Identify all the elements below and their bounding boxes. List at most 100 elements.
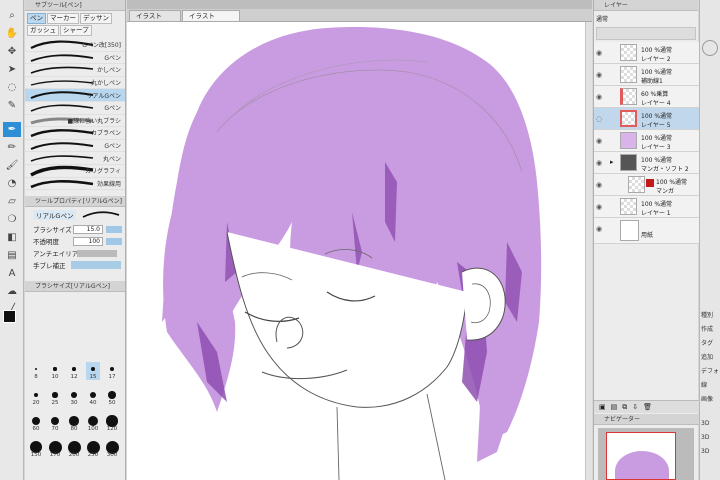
document-tabs: イラスト イラスト — [127, 9, 592, 22]
opacity-input[interactable]: 100 — [73, 236, 103, 246]
brush-item[interactable]: Gペン — [25, 52, 125, 65]
brush-size-preset[interactable]: 170 — [48, 440, 62, 458]
doc-tab[interactable]: イラスト — [129, 10, 181, 22]
brush-size-preset[interactable]: 70 — [48, 414, 62, 432]
delete-icon[interactable]: 🗑 — [643, 403, 652, 411]
layer-row[interactable]: ◉ 100 %通常 レイヤー 1 — [594, 196, 699, 218]
tab-pen[interactable]: ペン — [27, 13, 46, 24]
layer-thumbnail — [620, 44, 637, 61]
brush-size-preset[interactable]: 50 — [105, 388, 119, 406]
eye-icon[interactable]: ◉ — [596, 93, 602, 101]
eraser-icon[interactable]: ▱ — [3, 194, 21, 209]
main-color-swatch[interactable] — [3, 310, 16, 323]
canvas-scrollbar[interactable] — [585, 22, 592, 480]
brush-item[interactable]: 効果線用 — [25, 178, 125, 191]
brush-size-preset[interactable]: 15 — [86, 362, 100, 380]
blend-icon[interactable]: ❍ — [3, 212, 21, 227]
brush-size-preset[interactable]: 20 — [29, 388, 43, 406]
material-search-icon[interactable] — [702, 40, 718, 56]
hand-icon[interactable]: ✋ — [3, 26, 21, 41]
layer-row[interactable]: ◉ 60 %乗算 レイヤー 4 — [594, 86, 699, 108]
blend-mode-select[interactable]: 通常 — [596, 14, 696, 24]
antialias-selector[interactable] — [77, 249, 117, 257]
stabilize-slider[interactable] — [71, 261, 121, 270]
brush-size-preset[interactable]: 40 — [86, 388, 100, 406]
brush-size-preset[interactable]: 8 — [29, 362, 43, 380]
fill-icon[interactable]: ◧ — [3, 230, 21, 245]
brush-size-input[interactable]: 15.0 — [73, 224, 103, 234]
eye-icon[interactable]: ◉ — [596, 225, 602, 233]
brush-item[interactable]: 丸かしペン — [25, 77, 125, 90]
merge-icon[interactable]: ⇩ — [632, 403, 638, 411]
eye-icon[interactable]: ◉ — [596, 159, 602, 167]
brush-item[interactable]: かしペン — [25, 64, 125, 77]
tab-sharp[interactable]: シャープ — [60, 25, 92, 36]
brush-size-preset[interactable]: 250 — [86, 440, 100, 458]
eye-icon[interactable]: ◉ — [596, 203, 602, 211]
eyedropper-icon[interactable]: ✎ — [3, 98, 21, 113]
tab-gouache[interactable]: ガッシュ — [27, 25, 59, 36]
select-arrow-icon[interactable]: ➤ — [3, 62, 21, 77]
layer-row[interactable]: ◉ 100 %通常 補助線1 — [594, 64, 699, 86]
brush-item[interactable]: カリグラフィ — [25, 165, 125, 178]
doc-tab-active[interactable]: イラスト — [182, 10, 240, 22]
brush-size-preset[interactable]: 80 — [67, 414, 81, 432]
move-icon[interactable]: ✥ — [3, 44, 21, 59]
pen-tool-icon[interactable]: ✒ — [3, 122, 21, 137]
brush-size-preset[interactable]: 100 — [86, 414, 100, 432]
brush-size-dot — [53, 367, 57, 371]
folder-icon[interactable]: ▸ — [610, 158, 614, 166]
brush-size-preset[interactable]: 300 — [105, 440, 119, 458]
airbrush-icon[interactable]: ◔ — [3, 176, 21, 191]
brush-size-preset[interactable]: 10 — [48, 362, 62, 380]
brush-item-selected[interactable]: リアルGペン — [25, 89, 125, 102]
layer-row[interactable]: ◉ 100 %通常 レイヤー 2 — [594, 42, 699, 64]
eye-icon[interactable]: ◉ — [596, 49, 602, 57]
layer-thumbnail — [620, 88, 637, 105]
layer-row[interactable]: ◉ 100 %通常 レイヤー 3 — [594, 130, 699, 152]
brush-size-preset[interactable]: 120 — [105, 414, 119, 432]
eye-icon[interactable]: ◉ — [596, 71, 602, 79]
brush-size-preset[interactable]: 60 — [29, 414, 43, 432]
layer-folder-row[interactable]: ◉ ▸ 100 %通常 マンガ・ソフト 2 — [594, 152, 699, 174]
paper-layer-row[interactable]: ◉ 用紙 — [594, 218, 699, 244]
brush-item[interactable]: ■線に強い丸ブラシ — [25, 115, 125, 128]
brush-size-preset[interactable]: 12 — [67, 362, 81, 380]
brush-size-preset[interactable]: 150 — [29, 440, 43, 458]
navigator-preview[interactable] — [598, 428, 694, 480]
brush-item[interactable]: カブラペン — [25, 127, 125, 140]
lasso-icon[interactable]: ◌ — [3, 80, 21, 95]
layer-row[interactable]: ◉ 100 %通常 マンガ — [594, 174, 699, 196]
brush-size-slider[interactable] — [106, 225, 122, 233]
brush-item[interactable]: Gペン改[350] — [25, 39, 125, 52]
brush-item[interactable]: Gペン — [25, 140, 125, 153]
balloon-icon[interactable]: ☁ — [3, 284, 21, 299]
new-layer-icon[interactable]: ▣ — [599, 403, 606, 411]
brush-item[interactable]: 丸ペン — [25, 152, 125, 165]
opacity-slider[interactable] — [106, 237, 122, 245]
brush-size-preset[interactable]: 17 — [105, 362, 119, 380]
canvas[interactable] — [127, 22, 592, 480]
text-icon[interactable]: A — [3, 266, 21, 281]
antialias-row: アンチエイリアス — [25, 247, 125, 259]
subtool-title: サブツール[ペン] — [25, 0, 125, 11]
eye-icon[interactable]: ◌ — [596, 115, 602, 123]
layer-row-selected[interactable]: ◌ 100 %通常 レイヤー 5 — [594, 108, 699, 130]
layer-thumbnail — [620, 220, 639, 241]
brush-size-preset[interactable]: 30 — [67, 388, 81, 406]
brush-size-preset[interactable]: 200 — [67, 440, 81, 458]
gradient-icon[interactable]: ▤ — [3, 248, 21, 263]
brush-icon[interactable]: 🖌 — [3, 158, 21, 173]
tab-dessin[interactable]: デッサン — [80, 13, 112, 24]
eye-icon[interactable]: ◉ — [596, 181, 602, 189]
tab-marker[interactable]: マーカー — [47, 13, 79, 24]
material-panel: 種別 作成 タグ 追加 デフォ 線 画像 3D 3D 3D — [699, 0, 720, 480]
brush-size-preset[interactable]: 25 — [48, 388, 62, 406]
pencil-icon[interactable]: ✏ — [3, 140, 21, 155]
zoom-icon[interactable]: ⌕ — [3, 8, 21, 23]
new-folder-icon[interactable]: ▤ — [611, 403, 618, 411]
brush-size-label: 120 — [106, 426, 118, 432]
brush-item[interactable]: Gペン — [25, 102, 125, 115]
eye-icon[interactable]: ◉ — [596, 137, 602, 145]
copy-layer-icon[interactable]: ⧉ — [622, 403, 627, 411]
